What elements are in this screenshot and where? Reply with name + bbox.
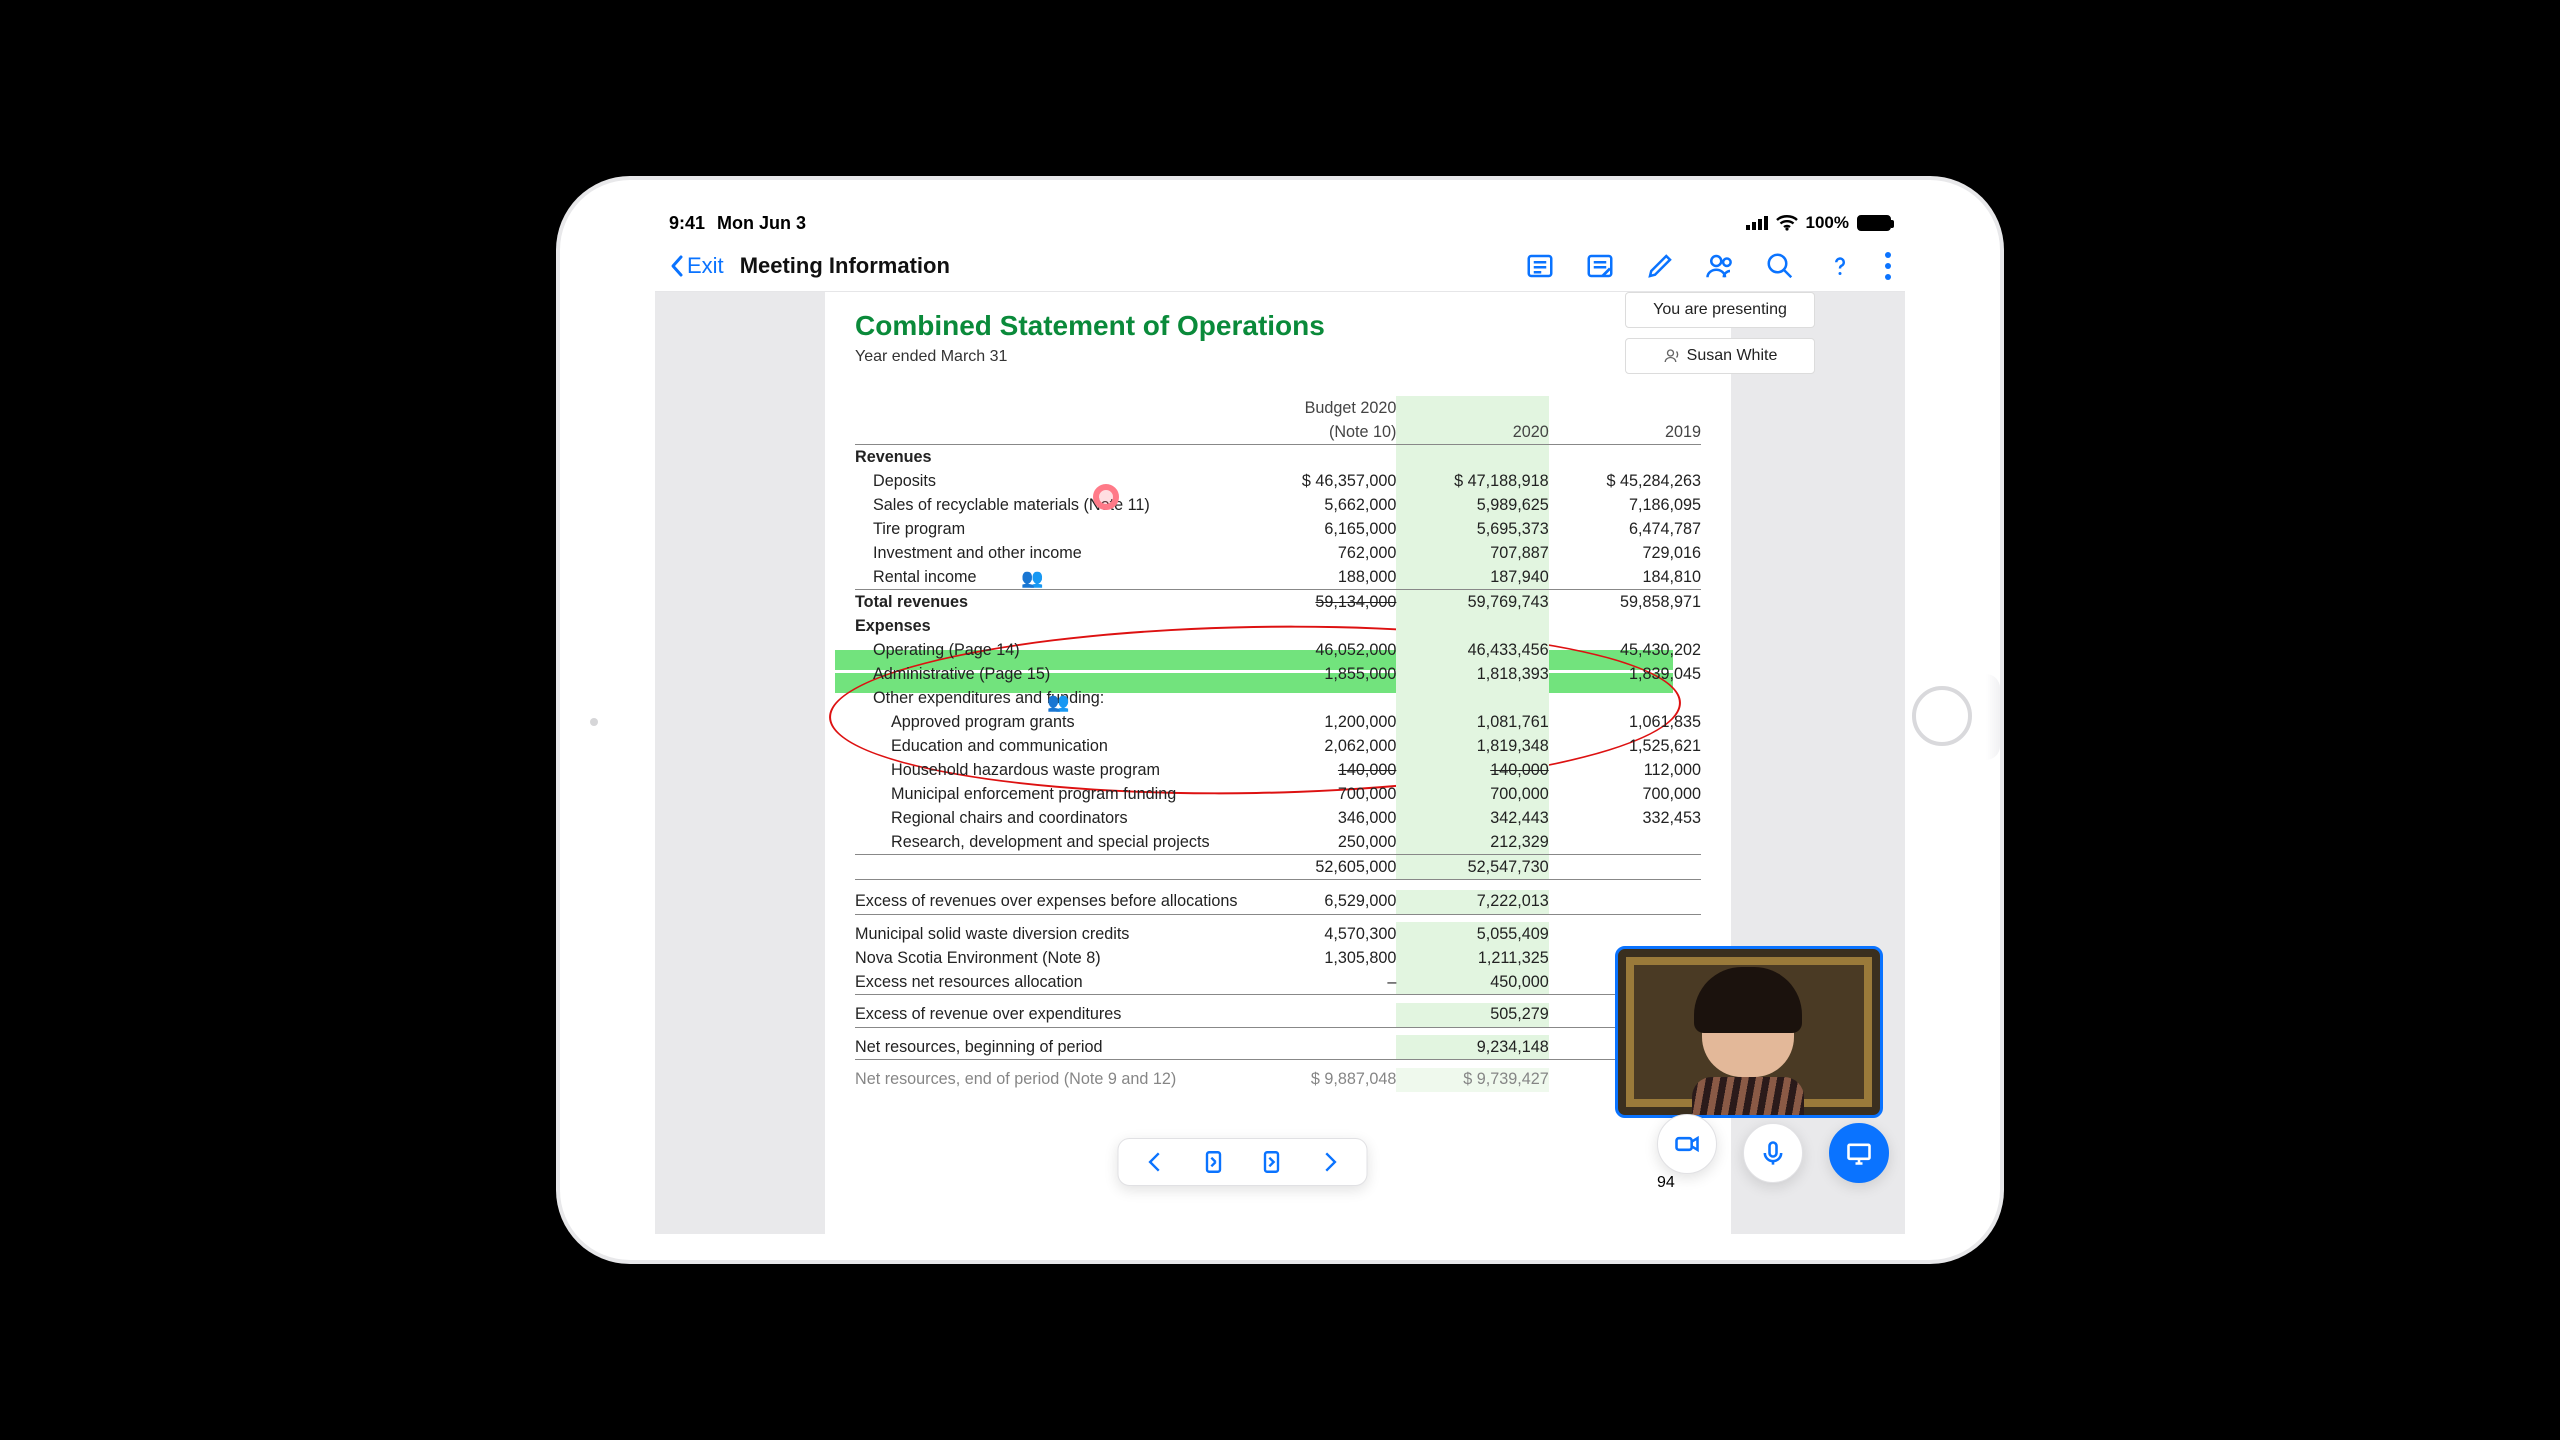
battery-icon (1857, 215, 1891, 231)
document-page[interactable]: 👥 👥 Combined Statement of Operations Yea… (825, 292, 1731, 1234)
edge-pill-right (1986, 674, 2000, 760)
row-recyclable: Sales of recyclable materials (Note 11) (855, 493, 1244, 517)
row-exp-total-a: 52,605,000 (1244, 855, 1396, 880)
present-icon (1845, 1139, 1873, 1167)
exit-button[interactable]: Exit (669, 253, 724, 279)
comment-people-icon[interactable]: 👥 (1021, 568, 1043, 589)
wifi-icon (1776, 215, 1798, 231)
nav-title: Meeting Information (740, 253, 950, 279)
row-research: Research, development and special projec… (855, 830, 1244, 855)
laser-pointer-marker (1093, 484, 1119, 510)
col-budget-l2: (Note 10) (1244, 420, 1396, 445)
doc-subtitle: Year ended March 31 (855, 348, 1701, 366)
video-person (1692, 977, 1804, 1117)
row-invest: Investment and other income (855, 541, 1244, 565)
row-excess-over: Excess of revenue over expenditures (855, 1003, 1244, 1028)
speaker-name: Susan White (1687, 347, 1778, 365)
camera-icon (1673, 1130, 1701, 1158)
first-doc-icon[interactable] (1201, 1149, 1227, 1175)
next-page-icon[interactable] (1317, 1149, 1343, 1175)
presenter-banners: You are presenting Susan White (1625, 292, 1815, 384)
financial-table: Budget 2020 (Note 10) 2020 2019 Revenues… (855, 396, 1701, 1092)
status-time: 9:41 (669, 213, 705, 234)
row-msw: Municipal solid waste diversion credits (855, 922, 1244, 946)
screen: 9:41 Mon Jun 3 100% Exit Meeting Informa… (655, 206, 1905, 1234)
row-hhw: Household hazardous waste program (855, 758, 1244, 782)
row-grants: Approved program grants (855, 710, 1244, 734)
exit-label: Exit (687, 253, 724, 279)
row-deposits: Deposits (855, 469, 1244, 493)
cellular-icon (1746, 216, 1768, 230)
last-doc-icon[interactable] (1259, 1149, 1285, 1175)
status-date: Mon Jun 3 (717, 213, 806, 234)
nav-bar: Exit Meeting Information (655, 240, 1905, 292)
row-excess-net: Excess net resources allocation (855, 970, 1244, 995)
battery-percent: 100% (1806, 213, 1849, 233)
mic-icon (1759, 1139, 1787, 1167)
expenses-header: Expenses (855, 614, 1244, 638)
speaker-icon (1663, 347, 1681, 365)
col-budget-l1: Budget 2020 (1244, 396, 1396, 420)
speaker-banner: Susan White (1625, 338, 1815, 374)
col-2019: 2019 (1549, 420, 1701, 445)
page-navigator (1118, 1138, 1368, 1186)
row-tire: Tire program (855, 517, 1244, 541)
row-admin: Administrative (Page 15) (855, 662, 1244, 686)
col-2020: 2020 (1396, 420, 1548, 445)
row-muni-enf: Municipal enforcement program funding (855, 782, 1244, 806)
revenues-header: Revenues (855, 445, 1244, 470)
notes-icon[interactable] (1585, 251, 1615, 281)
camera-sublabel: 94 (1657, 1174, 1675, 1191)
prev-page-icon[interactable] (1143, 1149, 1169, 1175)
row-nse: Nova Scotia Environment (Note 8) (855, 946, 1244, 970)
tablet-device: 9:41 Mon Jun 3 100% Exit Meeting Informa… (560, 180, 2000, 1260)
pen-icon[interactable] (1645, 251, 1675, 281)
status-bar: 9:41 Mon Jun 3 100% (655, 206, 1905, 240)
video-thumbnail[interactable] (1615, 946, 1883, 1118)
mic-button[interactable] (1743, 1123, 1803, 1183)
row-rental: Rental income (855, 565, 1244, 590)
participants-icon[interactable] (1705, 251, 1735, 281)
comment-people-icon[interactable]: 👥 (1047, 692, 1069, 713)
minutes-icon[interactable] (1525, 251, 1555, 281)
page-indicator-dot (590, 718, 598, 726)
row-begin: Net resources, beginning of period (855, 1035, 1244, 1060)
row-excess-before: Excess of revenues over expenses before … (855, 890, 1244, 915)
chevron-left-icon (669, 254, 685, 278)
nav-icons (1525, 251, 1891, 281)
document-backdrop: 👥 👥 Combined Statement of Operations Yea… (655, 292, 1905, 1234)
status-right: 100% (1746, 213, 1891, 233)
search-icon[interactable] (1765, 251, 1795, 281)
meeting-controls: 94 (1657, 1114, 1889, 1192)
row-chairs: Regional chairs and coordinators (855, 806, 1244, 830)
camera-button[interactable] (1657, 1114, 1717, 1174)
home-button[interactable] (1912, 686, 1972, 746)
doc-title: Combined Statement of Operations (855, 310, 1701, 342)
row-total-revenues: Total revenues (855, 590, 1244, 615)
present-button[interactable] (1829, 1123, 1889, 1183)
row-end: Net resources, end of period (Note 9 and… (855, 1068, 1244, 1092)
more-menu-icon[interactable] (1885, 252, 1891, 280)
row-operating: Operating (Page 14) (855, 638, 1244, 662)
presenting-banner: You are presenting (1625, 292, 1815, 328)
help-icon[interactable] (1825, 251, 1855, 281)
row-educ: Education and communication (855, 734, 1244, 758)
